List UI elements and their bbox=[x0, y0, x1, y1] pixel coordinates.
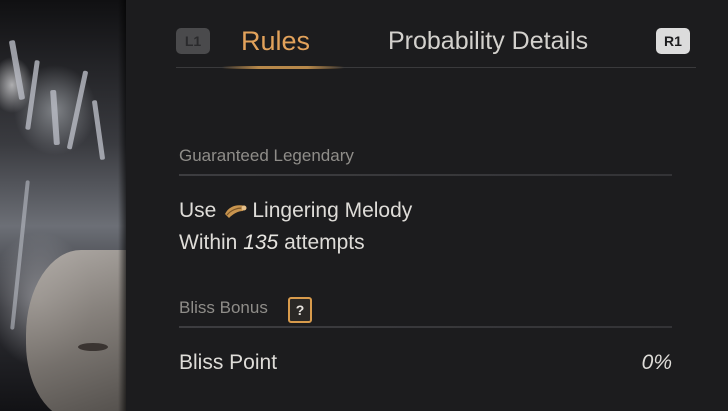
character-portrait bbox=[0, 0, 126, 411]
help-icon: ? bbox=[295, 302, 305, 318]
section-divider bbox=[179, 326, 672, 328]
section-divider bbox=[179, 174, 672, 176]
active-tab-indicator bbox=[222, 66, 344, 69]
r1-button[interactable]: R1 bbox=[656, 28, 690, 54]
horn-icon bbox=[225, 205, 247, 218]
item-name: Lingering Melody bbox=[252, 199, 413, 222]
use-item-line: Use Lingering Melody bbox=[179, 199, 412, 223]
attempts-label: attempts bbox=[284, 231, 365, 254]
attempts-line: Within 135 attempts bbox=[179, 231, 365, 255]
use-label: Use bbox=[179, 199, 217, 222]
attempts-count: 135 bbox=[243, 231, 279, 254]
tab-bar: L1 Rules Probability Details R1 bbox=[126, 0, 728, 70]
bliss-help-button[interactable]: ? bbox=[288, 297, 312, 323]
tab-rules[interactable]: Rules bbox=[241, 22, 310, 60]
rules-panel: L1 Rules Probability Details R1 Guarante… bbox=[126, 0, 728, 411]
guaranteed-legendary-title: Guaranteed Legendary bbox=[179, 146, 354, 165]
bliss-point-value: 0% bbox=[641, 351, 672, 374]
within-label: Within bbox=[179, 231, 238, 254]
l1-button[interactable]: L1 bbox=[176, 28, 210, 54]
tab-probability-details[interactable]: Probability Details bbox=[388, 22, 588, 60]
bliss-bonus-title: Bliss Bonus bbox=[179, 298, 268, 317]
bliss-point-label: Bliss Point bbox=[179, 351, 278, 374]
